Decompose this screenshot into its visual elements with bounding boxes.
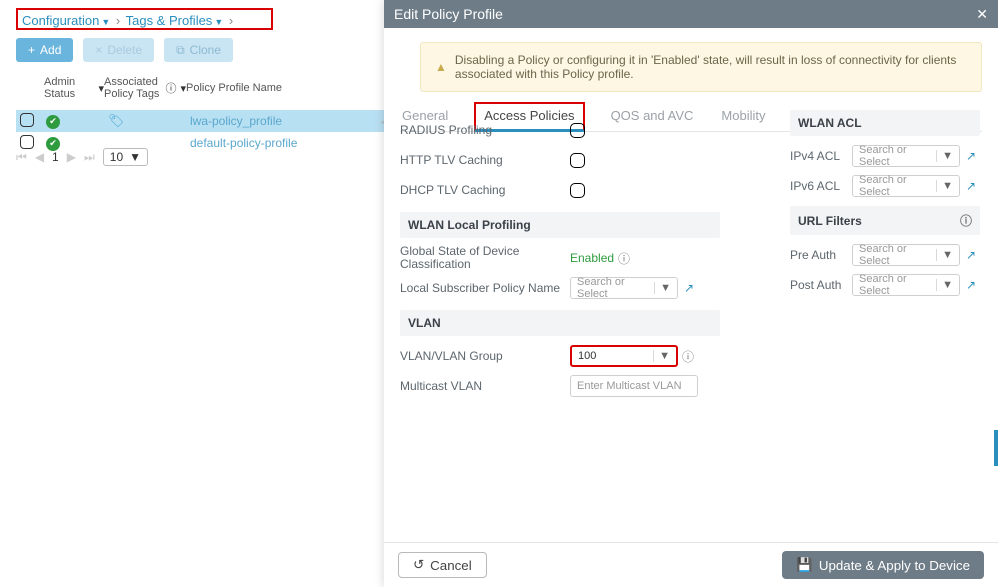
pre-auth-select[interactable]: Search or Select▼: [852, 244, 960, 266]
checkbox[interactable]: [20, 135, 34, 149]
undo-icon: ↺: [413, 557, 424, 573]
info-icon[interactable]: ⓘ: [682, 348, 694, 365]
label-ipv4-acl: IPv4 ACL: [790, 149, 852, 163]
radius-profiling-checkbox[interactable]: [570, 123, 585, 138]
external-link-icon[interactable]: ↗: [684, 281, 694, 295]
post-auth-select[interactable]: Search or Select▼: [852, 274, 960, 296]
ipv6-acl-select[interactable]: Search or Select▼: [852, 175, 960, 197]
chevron-down-icon: ▼: [936, 180, 953, 192]
dhcp-tlv-checkbox[interactable]: [570, 183, 585, 198]
info-icon[interactable]: ⓘ: [960, 212, 972, 229]
col-status[interactable]: Admin Status: [44, 76, 94, 100]
toolbar: +Add ×Delete ⧉Clone: [16, 38, 233, 62]
chevron-down-icon: ▼: [129, 150, 141, 164]
warning-alert: ▲ Disabling a Policy or configuring it i…: [420, 42, 982, 92]
pager-current: 1: [52, 150, 59, 164]
save-icon: 💾: [796, 557, 813, 573]
info-icon[interactable]: ⓘ: [165, 80, 176, 96]
pager: ⏮ ◀ 1 ▶ ⏭ 10▼: [16, 148, 148, 166]
grid-header: Admin Status▾ Associated Policy Tagsⓘ▾ P…: [16, 72, 391, 110]
clone-button[interactable]: ⧉Clone: [164, 38, 233, 62]
external-link-icon[interactable]: ↗: [966, 179, 976, 193]
modal-title: Edit Policy Profile: [394, 6, 503, 22]
section-wlan-acl: WLAN ACL: [790, 110, 980, 136]
close-icon[interactable]: ✕: [976, 6, 988, 23]
multicast-vlan-input[interactable]: Enter Multicast VLAN: [570, 375, 698, 397]
copy-icon: ⧉: [176, 43, 185, 58]
breadcrumb-configuration[interactable]: Configuration: [22, 13, 99, 28]
status-enabled-icon: ✔: [46, 115, 60, 129]
pager-prev[interactable]: ◀: [35, 150, 44, 164]
policy-list-panel: Configuration▼ › Tags & Profiles▼ › Poli…: [0, 0, 400, 587]
chevron-down-icon: ▼: [653, 350, 670, 362]
form-left-column: RADIUS Profiling HTTP TLV Caching DHCP T…: [400, 110, 720, 406]
policy-grid: Admin Status▾ Associated Policy Tagsⓘ▾ P…: [16, 72, 391, 154]
label-dhcp-tlv: DHCP TLV Caching: [400, 183, 570, 197]
modal-title-bar: Edit Policy Profile ✕: [384, 0, 998, 28]
checkbox[interactable]: [20, 113, 34, 127]
col-tags[interactable]: Associated Policy Tags: [104, 76, 161, 100]
pager-next[interactable]: ▶: [67, 150, 76, 164]
edit-policy-modal: Edit Policy Profile ✕ ▲ Disabling a Poli…: [384, 0, 998, 587]
ipv4-acl-select[interactable]: Search or Select▼: [852, 145, 960, 167]
http-tlv-checkbox[interactable]: [570, 153, 585, 168]
form-body: RADIUS Profiling HTTP TLV Caching DHCP T…: [400, 110, 982, 541]
section-vlan: VLAN: [400, 310, 720, 336]
label-post-auth: Post Auth: [790, 278, 852, 292]
form-right-column: WLAN ACL IPv4 ACL Search or Select▼ ↗ IP…: [790, 110, 980, 305]
breadcrumb-sep: ›: [229, 13, 233, 28]
delete-button[interactable]: ×Delete: [83, 38, 154, 62]
plus-icon: +: [28, 43, 35, 57]
chevron-down-icon: ▼: [936, 279, 953, 291]
breadcrumb-sep: ›: [116, 13, 120, 28]
global-state-value: Enabled: [570, 251, 614, 265]
table-row[interactable]: ✔ 🏷 lwa-policy_profile ◂: [16, 110, 391, 132]
chevron-down-icon: ▼: [214, 17, 223, 27]
side-handle[interactable]: [994, 430, 998, 466]
vlan-group-select[interactable]: 100▼: [570, 345, 678, 367]
external-link-icon[interactable]: ↗: [966, 278, 976, 292]
pager-last[interactable]: ⏭: [84, 150, 95, 165]
chevron-down-icon: ▼: [101, 17, 110, 27]
breadcrumb: Configuration▼ › Tags & Profiles▼ › Poli…: [16, 8, 273, 30]
chevron-down-icon: ▼: [936, 150, 953, 162]
chevron-down-icon: ▼: [654, 282, 671, 294]
page-size-select[interactable]: 10▼: [103, 148, 148, 166]
label-vlan-group: VLAN/VLAN Group: [400, 349, 570, 363]
section-wlan-local-profiling: WLAN Local Profiling: [400, 212, 720, 238]
section-url-filters: URL Filtersⓘ: [790, 206, 980, 235]
profile-name[interactable]: default-policy-profile: [190, 136, 391, 150]
alert-text: Disabling a Policy or configuring it in …: [455, 53, 967, 81]
label-multicast-vlan: Multicast VLAN: [400, 379, 570, 393]
pager-first[interactable]: ⏮: [16, 150, 27, 165]
chevron-down-icon: ▼: [936, 249, 953, 261]
label-http-tlv: HTTP TLV Caching: [400, 153, 570, 167]
external-link-icon[interactable]: ↗: [966, 149, 976, 163]
label-pre-auth: Pre Auth: [790, 248, 852, 262]
cancel-button[interactable]: ↺Cancel: [398, 552, 487, 578]
tag-icon[interactable]: 🏷: [108, 113, 125, 128]
label-ipv6-acl: IPv6 ACL: [790, 179, 852, 193]
breadcrumb-tags-profiles[interactable]: Tags & Profiles: [126, 13, 213, 28]
modal-footer: ↺Cancel 💾Update & Apply to Device: [384, 542, 998, 587]
label-radius-profiling: RADIUS Profiling: [400, 123, 570, 137]
info-icon[interactable]: ⓘ: [618, 250, 630, 267]
col-name[interactable]: Policy Profile Name: [186, 82, 282, 94]
x-icon: ×: [95, 43, 102, 57]
lspn-select[interactable]: Search or Select▼: [570, 277, 678, 299]
add-button[interactable]: +Add: [16, 38, 73, 62]
apply-button[interactable]: 💾Update & Apply to Device: [782, 551, 984, 579]
warning-icon: ▲: [435, 60, 447, 74]
external-link-icon[interactable]: ↗: [966, 248, 976, 262]
profile-name[interactable]: lwa-policy_profile: [190, 114, 380, 128]
label-global-state: Global State of Device Classification: [400, 245, 570, 271]
label-lspn: Local Subscriber Policy Name: [400, 281, 570, 295]
